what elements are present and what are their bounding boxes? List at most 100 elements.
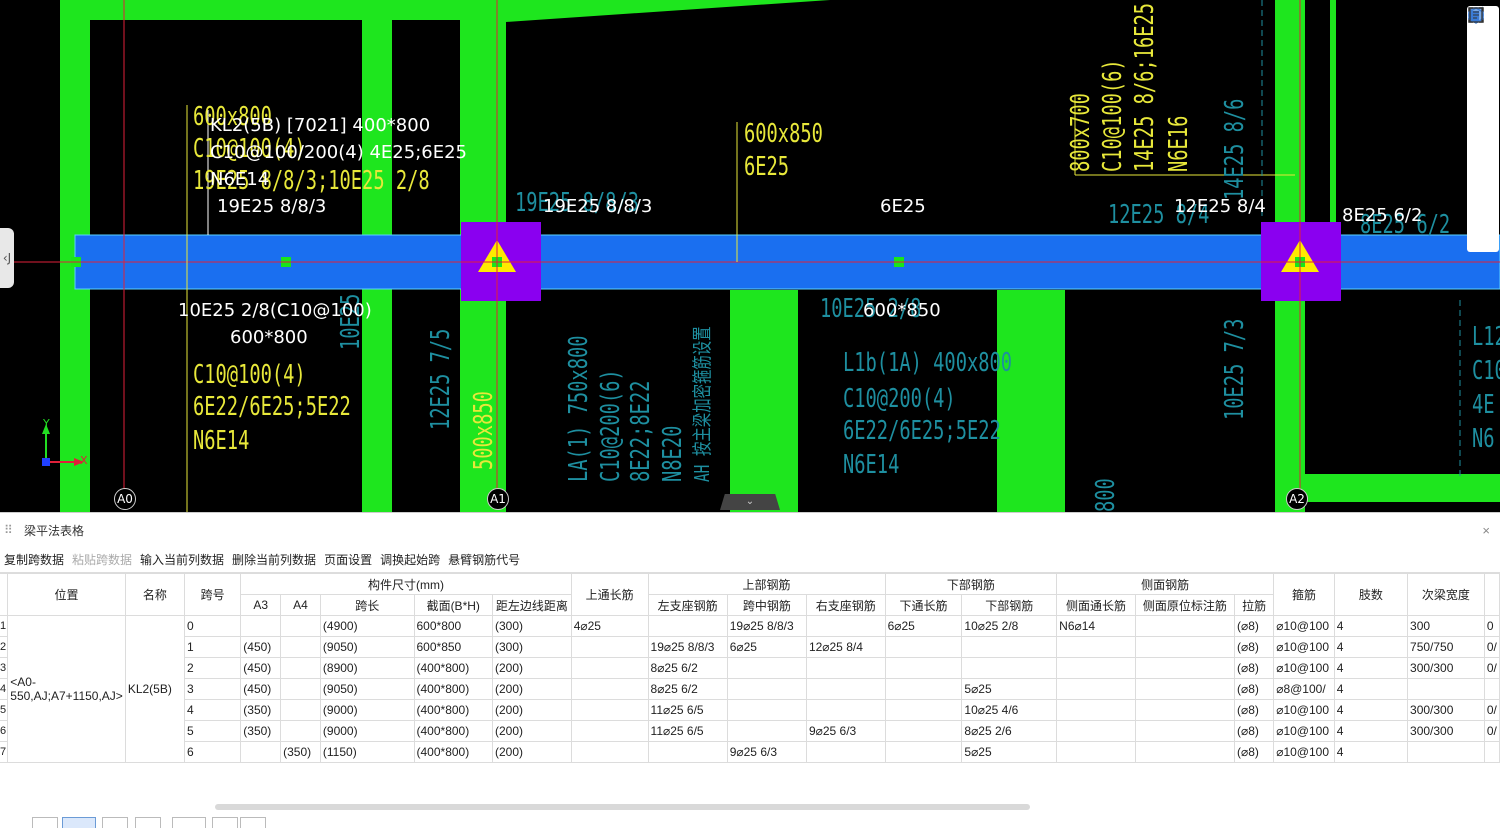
cell-bottom-through[interactable]: [884, 657, 963, 679]
copy-span-button[interactable]: 复制跨数据: [4, 551, 64, 568]
cell-span[interactable]: 5: [184, 720, 242, 742]
span-label[interactable]: 6E25: [880, 198, 926, 216]
cell-span[interactable]: 4: [184, 699, 242, 721]
fullscreen-icon[interactable]: [1468, 7, 1494, 150]
beam-label-line4[interactable]: 19E25 8/8/3: [217, 198, 326, 216]
cell-left-support[interactable]: 11⌀25 6/5: [647, 720, 728, 742]
cell-span-length[interactable]: (9000): [319, 720, 415, 742]
delete-column-button[interactable]: 删除当前列数据: [232, 551, 316, 568]
cell-extra[interactable]: 0/: [1483, 657, 1500, 679]
cube-outline-icon[interactable]: [1469, 6, 1494, 92]
beam-label-line1[interactable]: KL2(5B) [7021] 400*800: [210, 117, 430, 135]
span-label[interactable]: 12E25 8/4: [1174, 198, 1266, 216]
header-mid-span[interactable]: 跨中钢筋: [726, 594, 807, 616]
cell-top-through[interactable]: [570, 741, 649, 763]
header-bottom-through[interactable]: 下通长筋: [884, 594, 963, 616]
cell-mid-span[interactable]: 9⌀25 6/3: [726, 741, 807, 763]
header-section[interactable]: 截面(B*H): [413, 594, 493, 616]
status-button[interactable]: [32, 817, 58, 828]
status-button[interactable]: [135, 817, 161, 828]
cell-top-through[interactable]: 4⌀25: [570, 615, 649, 637]
header-tie[interactable]: 拉筋: [1233, 594, 1275, 616]
cell-section[interactable]: 600*800: [413, 615, 493, 637]
cell-top-through[interactable]: [570, 678, 649, 700]
cell-extra[interactable]: 0/: [1483, 720, 1500, 742]
cell-mid-span[interactable]: [726, 699, 807, 721]
cell-top-through[interactable]: [570, 657, 649, 679]
cell-bottom-bar[interactable]: 10⌀25 4/6: [961, 699, 1058, 721]
cell-sec-width[interactable]: 300/300: [1407, 720, 1485, 742]
cell-a4[interactable]: [280, 699, 321, 721]
cell-tie[interactable]: (⌀8): [1233, 678, 1275, 700]
cell-tie[interactable]: (⌀8): [1233, 615, 1275, 637]
cell-span[interactable]: 6: [184, 741, 242, 763]
3d-icon[interactable]: 3D: [1468, 7, 1494, 63]
cell-a3[interactable]: [240, 615, 282, 637]
span-label[interactable]: 8E25 6/2: [1342, 207, 1422, 225]
swap-start-span-button[interactable]: 调换起始跨: [380, 551, 440, 568]
cell-stirrup[interactable]: ⌀10@100: [1273, 657, 1335, 679]
header-legs[interactable]: 肢数: [1333, 573, 1409, 616]
cell-section[interactable]: (400*800): [413, 720, 493, 742]
close-icon[interactable]: ×: [1482, 523, 1490, 538]
status-button[interactable]: [240, 817, 266, 828]
beam-table-grid[interactable]: 位置 名称 跨号 构件尺寸(mm) 上通长筋 上部钢筋 下部钢筋 侧面钢筋 箍筋…: [0, 572, 1500, 803]
cell-offset[interactable]: (200): [491, 657, 572, 679]
cell-section[interactable]: (400*800): [413, 678, 493, 700]
cell-left-support[interactable]: [647, 741, 728, 763]
cell-mid-span[interactable]: [726, 720, 807, 742]
cell-side-through[interactable]: [1056, 699, 1136, 721]
cell-sec-width[interactable]: 750/750: [1407, 636, 1485, 658]
cell-side-through[interactable]: [1056, 720, 1136, 742]
span-label[interactable]: 600*850: [863, 302, 941, 320]
span-label[interactable]: 10E25 2/8(C10@100): [178, 302, 372, 320]
cell-right-support[interactable]: 9⌀25 6/3: [805, 720, 886, 742]
header-a3[interactable]: A3: [240, 594, 282, 616]
cell-stirrup[interactable]: ⌀10@100: [1273, 699, 1335, 721]
cell-a3[interactable]: [240, 741, 282, 763]
cell-right-support[interactable]: 12⌀25 8/4: [805, 636, 886, 658]
cell-legs[interactable]: 4: [1333, 657, 1409, 679]
cell-a4[interactable]: [280, 657, 321, 679]
cell-right-support[interactable]: [805, 657, 886, 679]
cell-a3[interactable]: (350): [240, 720, 282, 742]
cad-canvas[interactable]: 600x800 C10@100(4) 19E25 8/8/3;10E25 2/8…: [0, 0, 1500, 512]
cell-bottom-bar[interactable]: 5⌀25: [961, 741, 1058, 763]
cell-extra[interactable]: 0: [1483, 615, 1500, 637]
cell-sec-width[interactable]: [1407, 741, 1485, 763]
cell-right-support[interactable]: [805, 678, 886, 700]
notes-icon[interactable]: [1469, 7, 1494, 208]
cell-top-through[interactable]: [570, 720, 649, 742]
cell-tie[interactable]: (⌀8): [1233, 636, 1275, 658]
cell-span[interactable]: 3: [184, 678, 242, 700]
cell-span[interactable]: 2: [184, 657, 242, 679]
cell-offset[interactable]: (300): [491, 615, 572, 637]
cell-a4[interactable]: [280, 615, 321, 637]
cell-tie[interactable]: (⌀8): [1233, 657, 1275, 679]
cell-a3[interactable]: (450): [240, 657, 282, 679]
cell-bottom-through[interactable]: 6⌀25: [884, 615, 963, 637]
cell-tie[interactable]: (⌀8): [1233, 720, 1275, 742]
paste-span-button[interactable]: 粘贴跨数据: [72, 551, 132, 568]
cell-legs[interactable]: 4: [1333, 615, 1409, 637]
cell-span-length[interactable]: (1150): [319, 741, 415, 763]
header-a4[interactable]: A4: [280, 594, 321, 616]
cell-side-through[interactable]: [1056, 678, 1136, 700]
header-span-length[interactable]: 跨长: [319, 594, 415, 616]
cell-legs[interactable]: 4: [1333, 636, 1409, 658]
cell-side-mark[interactable]: [1134, 720, 1236, 742]
table-row[interactable]: 5 4 (350) (9000) (400*800) (200) 11⌀25 6/5 10⌀2…: [0, 699, 1500, 721]
span-label[interactable]: 19E25 8/8/3: [543, 198, 652, 216]
cell-side-through[interactable]: N6⌀14: [1056, 615, 1136, 637]
header-left-support[interactable]: 左支座钢筋: [647, 594, 728, 616]
table-row[interactable]: 3 2 (450) (8900) (400*800) (200) 8⌀25 6/2 (⌀8) ⌀…: [0, 657, 1500, 679]
table-row[interactable]: 4 3 (450) (9050) (400*800) (200) 8⌀25 6/2 5⌀25 (…: [0, 678, 1500, 700]
cell-offset[interactable]: (200): [491, 741, 572, 763]
cell-extra[interactable]: 0/: [1483, 636, 1500, 658]
status-button[interactable]: [102, 817, 128, 828]
cell-side-mark[interactable]: [1134, 699, 1236, 721]
cell-stirrup[interactable]: ⌀10@100: [1273, 741, 1335, 763]
header-offset[interactable]: 距左边线距离: [491, 594, 572, 616]
header-stirrup[interactable]: 箍筋: [1273, 573, 1335, 616]
cell-position[interactable]: <A0-550,AJ;A7+1150,AJ>: [7, 615, 126, 763]
